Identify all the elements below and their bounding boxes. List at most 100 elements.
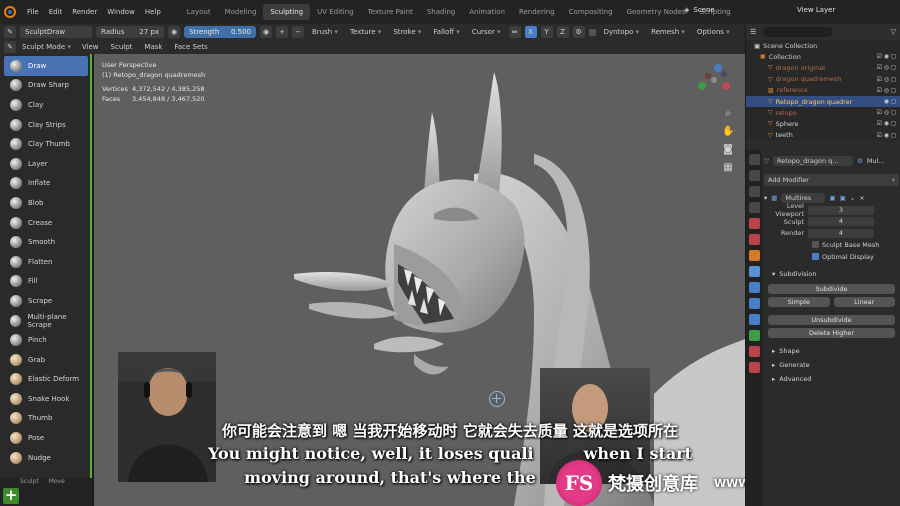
simple-button[interactable]: Simple <box>768 296 830 307</box>
tool-clay[interactable]: Clay <box>0 95 90 115</box>
grid-view-icon[interactable]: ▦ <box>722 162 734 174</box>
add-modifier-button[interactable]: Add Modifier ▾ <box>764 174 899 186</box>
edit-mode-toggle-icon[interactable]: ▣ <box>829 194 835 202</box>
menu-window[interactable]: Window <box>102 8 140 16</box>
particles-tab-icon[interactable] <box>748 282 760 293</box>
tool-fill[interactable]: Fill <box>0 272 90 292</box>
tab-compositing[interactable]: Compositing <box>562 4 620 20</box>
texture-tab-icon[interactable] <box>748 362 760 373</box>
render-tab-icon[interactable] <box>748 170 760 181</box>
outliner-row-selected[interactable]: ▽ Retopo_dragon quadrer ◉ ◻ <box>746 95 900 108</box>
tab-texture-paint[interactable]: Texture Paint <box>361 4 420 20</box>
menu-file[interactable]: File <box>22 8 44 16</box>
tab-uv-editing[interactable]: UV Editing <box>310 4 361 20</box>
subdivision-section[interactable]: ▾ Subdivision <box>764 267 899 281</box>
blender-logo-icon[interactable] <box>4 6 16 18</box>
add-direction-icon[interactable]: + <box>276 26 288 38</box>
scene-selector[interactable]: ◈ Scene <box>684 6 715 14</box>
output-tab-icon[interactable] <box>748 186 760 197</box>
brush-icon[interactable]: ✎ <box>4 26 16 38</box>
tab-layout[interactable]: Layout <box>180 4 218 20</box>
mode-selector[interactable]: Sculpt Mode <box>18 43 75 51</box>
subtract-direction-icon[interactable]: − <box>292 26 304 38</box>
falloff-menu[interactable]: Falloff <box>429 28 463 36</box>
outliner-row[interactable]: ▣ Collection ☑ ◉ ◻ <box>746 51 900 62</box>
tool-multi-plane-scrape[interactable]: Multi-plane Scrape <box>0 311 90 331</box>
strength-field[interactable]: Strength 0.500 <box>184 26 256 38</box>
mirror-y-button[interactable]: Y <box>540 26 553 38</box>
radius-pressure-icon[interactable]: ◉ <box>168 26 180 38</box>
sculpt-base-mesh-checkbox[interactable] <box>812 241 819 248</box>
texture-menu[interactable]: Texture <box>346 28 385 36</box>
menu-render[interactable]: Render <box>67 8 102 16</box>
visibility-toggles[interactable]: ☑ ◎ ◻ <box>877 76 896 83</box>
object-tab-icon[interactable] <box>748 250 760 261</box>
tool-flatten[interactable]: Flatten <box>0 252 90 272</box>
tab-animation[interactable]: Animation <box>462 4 512 20</box>
zoom-icon[interactable]: ⌕ <box>722 108 734 120</box>
tool-layer[interactable]: Layer <box>0 154 90 174</box>
shape-section[interactable]: ▸ Shape <box>764 344 899 358</box>
tool-clay-strips[interactable]: Clay Strips <box>0 115 90 135</box>
outliner-filter-icon[interactable]: ☰ <box>750 28 756 36</box>
radius-field[interactable]: Radius 27 px <box>96 26 164 38</box>
menu-mask[interactable]: Mask <box>139 43 167 51</box>
outliner-row[interactable]: ▽ dragon original ☑ ◎ ◻ <box>746 62 900 73</box>
generate-section[interactable]: ▸ Generate <box>764 358 899 372</box>
filter-funnel-icon[interactable]: ▽ <box>891 28 896 36</box>
outliner-row[interactable]: ▽ Sphere ☑ ◉ ◻ <box>746 118 900 129</box>
menu-sculpt[interactable]: Sculpt <box>106 43 138 51</box>
world-tab-icon[interactable] <box>748 234 760 245</box>
optimal-display-checkbox[interactable] <box>812 253 819 260</box>
brush-name-field[interactable]: SculptDraw <box>20 26 92 38</box>
tab-shading[interactable]: Shading <box>420 4 462 20</box>
view-layer-selector[interactable]: View Layer <box>797 6 835 14</box>
dyntopo-menu[interactable]: Dyntopo <box>600 28 643 36</box>
advanced-section[interactable]: ▸ Advanced <box>764 372 899 386</box>
chevron-down-icon[interactable]: ▾ <box>764 194 767 202</box>
subdivide-button[interactable]: Subdivide <box>768 283 895 294</box>
data-tab-icon[interactable] <box>748 330 760 341</box>
constraints-tab-icon[interactable] <box>748 314 760 325</box>
remesh-menu[interactable]: Remesh <box>647 28 689 36</box>
tab-modeling[interactable]: Modeling <box>218 4 264 20</box>
mirror-z-button[interactable]: Z <box>556 26 569 38</box>
menu-view[interactable]: View <box>77 43 104 51</box>
tool-blob[interactable]: Blob <box>0 193 90 213</box>
tab-rendering[interactable]: Rendering <box>512 4 562 20</box>
material-tab-icon[interactable] <box>748 346 760 357</box>
menu-face-sets[interactable]: Face Sets <box>169 43 212 51</box>
outliner-row[interactable]: ▨ reference ☑ ◎ ◻ <box>746 85 900 96</box>
visibility-toggles[interactable]: ◉ ◻ <box>884 98 896 105</box>
dyntopo-checkbox[interactable] <box>588 28 596 36</box>
mirror-x-button[interactable]: X <box>524 26 537 38</box>
delete-higher-button[interactable]: Delete Higher <box>768 327 895 338</box>
cursor-menu[interactable]: Cursor <box>468 28 505 36</box>
scene-tab-icon[interactable] <box>748 218 760 229</box>
physics-tab-icon[interactable] <box>748 298 760 309</box>
object-name-field[interactable]: Retopo_dragon q... <box>773 156 853 166</box>
outliner-row[interactable]: ▽ teeth ☑ ◉ ◻ <box>746 130 900 141</box>
pan-hand-icon[interactable]: ✋ <box>722 126 734 138</box>
optimal-display-row[interactable]: Optimal Display <box>764 251 899 263</box>
add-plus-icon[interactable]: + <box>3 488 19 504</box>
tool-grab[interactable]: Grab <box>0 350 90 370</box>
menu-help[interactable]: Help <box>140 8 166 16</box>
linear-button[interactable]: Linear <box>833 296 895 307</box>
outliner-row[interactable]: ▽ dragon quadremesh ☑ ◎ ◻ <box>746 74 900 85</box>
level-viewport-field[interactable]: 3 <box>808 205 874 215</box>
stroke-menu[interactable]: Stroke <box>389 28 425 36</box>
wrench-icon[interactable]: ⚙ <box>572 26 585 38</box>
tool-smooth[interactable]: Smooth <box>0 232 90 252</box>
modifier-options-icon[interactable]: ⌄ <box>850 194 855 202</box>
tool-pinch[interactable]: Pinch <box>0 330 90 350</box>
tool-crease[interactable]: Crease <box>0 213 90 233</box>
visibility-toggles[interactable]: ☑ ◎ ◻ <box>877 87 896 94</box>
tool-scrape[interactable]: Scrape <box>0 291 90 311</box>
visibility-toggles[interactable]: ☑ ◉ ◻ <box>877 132 896 139</box>
visibility-toggles[interactable]: ☑ ◎ ◻ <box>877 109 896 116</box>
strength-pressure-icon[interactable]: ◉ <box>260 26 272 38</box>
tab-geometry-nodes[interactable]: Geometry Nodes <box>620 4 693 20</box>
navigation-gizmo-icon[interactable] <box>694 60 734 100</box>
realtime-toggle-icon[interactable]: ▣ <box>840 194 846 202</box>
